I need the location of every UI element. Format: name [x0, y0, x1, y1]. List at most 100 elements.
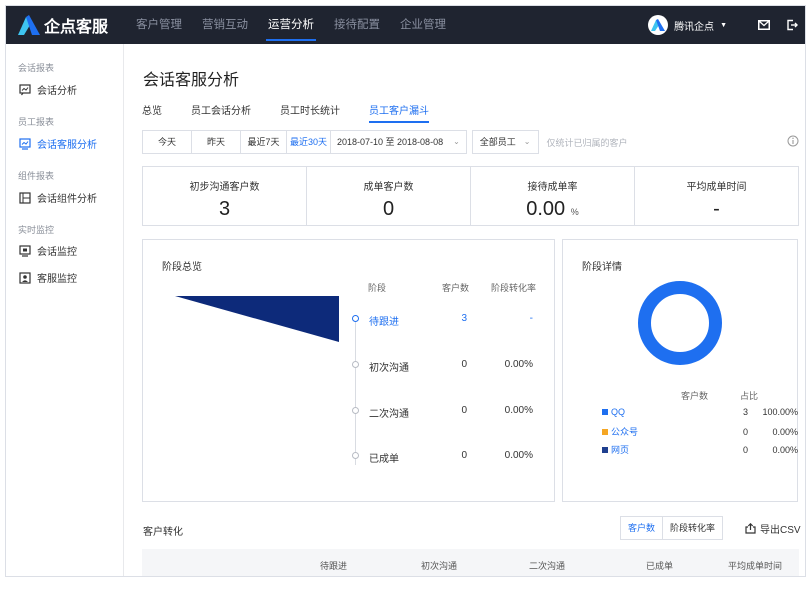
stage-detail-panel: 阶段详情 客户数 占比 QQ 3 100.00% 公众号 0 0.00% 网页 — [562, 239, 798, 502]
info-icon[interactable] — [787, 135, 799, 147]
nav-marketing[interactable]: 营销互动 — [192, 6, 258, 44]
legend-row-official-account[interactable]: 公众号 0 0.00% — [602, 425, 798, 438]
legend-row-web[interactable]: 网页 0 0.00% — [602, 443, 798, 456]
date-range-picker[interactable]: 2018-07-10 至 2018-08-08 ⌄ — [331, 131, 466, 153]
kpi-number: 0 — [382, 198, 395, 220]
tab-staff-duration[interactable]: 员工时长统计 — [280, 102, 340, 123]
staff-select[interactable]: 全部员工 ⌄ — [471, 130, 539, 154]
top-nav: 客户管理 营销互动 运营分析 接待配置 企业管理 — [126, 6, 456, 44]
nav-reception[interactable]: 接待配置 — [324, 6, 390, 44]
kpi-label: 成单客户数 — [363, 182, 414, 193]
date-7days-button[interactable]: 最近7天 — [241, 131, 287, 153]
toggle-count-button[interactable]: 客户数 — [621, 517, 664, 539]
nav-enterprise[interactable]: 企业管理 — [390, 6, 456, 44]
kpi-number: 3 — [218, 198, 231, 220]
chevron-down-icon[interactable]: ▼ — [720, 22, 727, 29]
tab-overview[interactable]: 总览 — [142, 102, 162, 123]
sidebar-item-label: 会话监控 — [37, 247, 77, 258]
panel-title: 阶段总览 — [162, 262, 202, 273]
conv-col-first: 初次沟通 — [421, 561, 458, 571]
stage-rate: 0.00% — [504, 450, 533, 461]
conv-col-deal: 已成单 — [646, 561, 674, 571]
sub-tabs: 总览 员工会话分析 员工时长统计 员工客户漏斗 — [142, 102, 458, 123]
legend-swatch — [602, 409, 608, 415]
stage-dot — [352, 315, 359, 322]
legend-count: 3 — [742, 407, 748, 417]
sidebar-group-realtime: 实时监控 — [18, 225, 55, 235]
sidebar-item-component-analysis[interactable]: 会话组件分析 — [18, 190, 97, 205]
sidebar-group-staff: 员工报表 — [18, 117, 55, 127]
kpi-unit: % — [570, 207, 579, 217]
kpi-avg-deal-time: 平均成单时间 - — [635, 167, 798, 225]
export-icon — [745, 523, 756, 534]
tab-staff-funnel[interactable]: 员工客户漏斗 — [369, 102, 429, 123]
staff-select-value: 全部员工 — [479, 137, 516, 147]
kpi-number: 0.00 — [526, 198, 566, 220]
nav-analytics[interactable]: 运营分析 — [258, 6, 324, 44]
monitor-chart-icon — [18, 137, 31, 150]
conv-col-second: 二次沟通 — [529, 561, 566, 571]
org-logo-icon — [651, 19, 666, 31]
page-title: 会话客服分析 — [143, 72, 240, 89]
stage-rate: 0.00% — [504, 359, 533, 370]
sidebar-item-agent-monitor[interactable]: 客服监控 — [18, 270, 77, 285]
sidebar-item-label: 客服监控 — [37, 274, 77, 285]
col-share: 占比 — [740, 391, 759, 401]
stage-name[interactable]: 初次沟通 — [369, 359, 409, 374]
col-count: 客户数 — [442, 283, 470, 293]
kpi-label: 初步沟通客户数 — [189, 182, 260, 193]
kpi-value: 0.00 % — [471, 198, 634, 221]
kpi-label: 平均成单时间 — [686, 182, 747, 193]
date-range-value: 2018-07-10 至 2018-08-08 — [337, 137, 444, 147]
filter-hint: 仅统计已归属的客户 — [546, 137, 628, 148]
donut-chart[interactable] — [637, 280, 723, 366]
sidebar-item-session-analysis[interactable]: 会话分析 — [18, 82, 77, 97]
kpi-deal-rate: 接待成单率 0.00 % — [471, 167, 635, 225]
stage-dot — [352, 407, 359, 414]
kpi-strip: 初步沟通客户数 3 成单客户数 0 接待成单率 0.00 % 平均成单时间 - — [142, 166, 799, 226]
logout-icon[interactable] — [785, 18, 799, 32]
legend-count: 0 — [742, 426, 748, 437]
chat-chart-icon — [18, 83, 31, 96]
date-today-button[interactable]: 今天 — [143, 131, 192, 153]
legend-name: 公众号 — [611, 427, 639, 437]
legend-pct: 0.00% — [772, 426, 798, 437]
date-30days-button[interactable]: 最近30天 — [287, 131, 331, 153]
date-yesterday-button[interactable]: 昨天 — [192, 131, 241, 153]
toggle-rate-button[interactable]: 阶段转化率 — [663, 517, 722, 539]
legend-row-qq[interactable]: QQ 3 100.00% — [602, 407, 798, 417]
sidebar-item-agent-analysis[interactable]: 会话客服分析 — [18, 136, 97, 151]
sidebar-item-session-monitor[interactable]: 会话监控 — [18, 243, 77, 258]
screen-icon — [18, 244, 31, 257]
org-avatar[interactable] — [648, 15, 669, 35]
stage-count: 0 — [461, 359, 467, 370]
stage-name[interactable]: 已成单 — [369, 450, 399, 465]
legend-name: 网页 — [611, 445, 630, 455]
org-name[interactable]: 腾讯企点 — [674, 18, 714, 33]
sidebar-item-label: 会话组件分析 — [37, 194, 97, 205]
mail-icon[interactable] — [757, 18, 771, 32]
kpi-value: - — [635, 198, 798, 221]
logo-icon — [18, 15, 40, 35]
conversion-table-header: 待跟进 初次沟通 二次沟通 已成单 平均成单时间 — [142, 549, 799, 576]
sidebar-item-label: 会话客服分析 — [37, 140, 97, 151]
tab-staff-session[interactable]: 员工会话分析 — [191, 102, 251, 123]
funnel-shape[interactable] — [175, 296, 339, 344]
col-count: 客户数 — [681, 391, 709, 401]
logo[interactable]: 企点客服 — [18, 13, 108, 37]
kpi-deal-customers: 成单客户数 0 — [307, 167, 471, 225]
export-csv-button[interactable]: 导出CSV — [745, 521, 801, 536]
nav-customer[interactable]: 客户管理 — [126, 6, 192, 44]
stage-name[interactable]: 二次沟通 — [369, 405, 409, 420]
stage-rate: 0.00% — [504, 405, 533, 416]
chevron-down-icon: ⌄ — [453, 137, 460, 146]
stage-name[interactable]: 待跟进 — [369, 313, 399, 328]
conv-col-avg-time: 平均成单时间 — [728, 561, 783, 571]
top-bar: 企点客服 客户管理 营销互动 运营分析 接待配置 企业管理 腾讯企点 ▼ — [6, 6, 805, 44]
sidebar-item-label: 会话分析 — [37, 86, 77, 97]
legend-pct: 0.00% — [772, 444, 798, 455]
sidebar: 会话报表 会话分析 员工报表 会话客服分析 组件报表 会话组件分析 实时监控 会… — [6, 44, 124, 576]
app-frame: 企点客服 客户管理 营销互动 运营分析 接待配置 企业管理 腾讯企点 ▼ 会话报… — [5, 5, 806, 577]
main-content: 会话客服分析 总览 员工会话分析 员工时长统计 员工客户漏斗 今天 昨天 最近7… — [124, 44, 805, 576]
legend-pct: 100.00% — [762, 407, 798, 417]
